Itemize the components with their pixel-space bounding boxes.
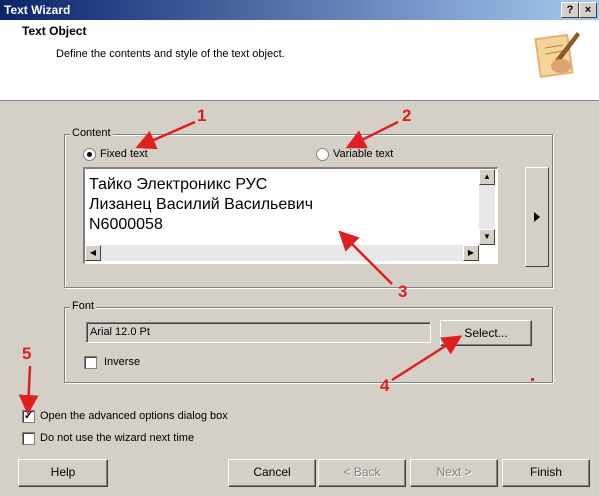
annotation-arrow-1	[135, 120, 196, 150]
annotation-dot	[531, 378, 534, 381]
annotation-label-5: 5	[22, 344, 32, 363]
annotation-label-2: 2	[402, 106, 412, 125]
annotation-arrow-3	[338, 230, 393, 285]
annotation-label-4: 4	[380, 376, 390, 395]
annotation-overlay	[18, 120, 534, 415]
annotation-label-3: 3	[398, 282, 408, 301]
annotation-arrow-4	[391, 335, 463, 382]
annotation-label-1: 1	[197, 106, 207, 125]
annotation-arrow-2	[345, 120, 399, 149]
annotation-arrow-5	[18, 365, 39, 415]
